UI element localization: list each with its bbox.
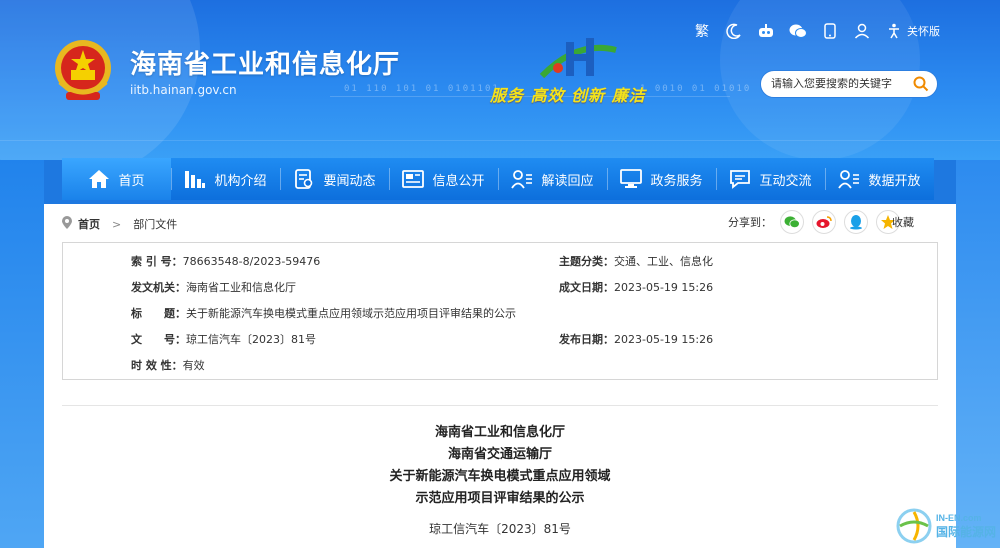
search-box bbox=[760, 70, 938, 98]
wechat-icon[interactable] bbox=[789, 22, 807, 40]
meta-title: 标 题：关于新能源汽车换电模式重点应用领域示范应用项目评审结果的公示 bbox=[131, 305, 516, 321]
slogan-logo-icon bbox=[539, 38, 617, 79]
article-title-line: 示范应用项目评审结果的公示 bbox=[415, 491, 585, 506]
home-icon bbox=[88, 168, 110, 190]
watermark-en: IN-EN.com bbox=[935, 512, 982, 523]
banner-line bbox=[0, 140, 1000, 141]
meta-key: 索 引 号： bbox=[131, 255, 183, 268]
article-title-line: 海南省交通运输厅 bbox=[447, 447, 552, 462]
meta-value: 2023-05-19 15:26 bbox=[614, 281, 714, 294]
meta-issuer: 发文机关：海南省工业和信息化厅 bbox=[131, 279, 296, 295]
watermark-cn: 国际能源网 bbox=[935, 524, 996, 539]
meta-key: 文 号： bbox=[131, 333, 186, 346]
nav-label: 要闻动态 bbox=[323, 173, 376, 189]
location-pin-icon bbox=[62, 216, 72, 232]
share-wechat-button[interactable] bbox=[780, 210, 804, 234]
article-title: 海南省工业和信息化厅 海南省交通运输厅 关于新能源汽车换电模式重点应用领域 示范… bbox=[44, 422, 956, 510]
breadcrumb-current[interactable]: 部门文件 bbox=[133, 216, 177, 232]
moon-icon[interactable] bbox=[725, 22, 743, 40]
monitor-icon bbox=[620, 168, 643, 190]
article-doc-number: 琼工信汽车〔2023〕81号 bbox=[429, 522, 571, 536]
meta-value: 78663548-8/2023-59476 bbox=[182, 255, 321, 268]
side-decoration-right bbox=[956, 160, 1000, 548]
nav-label: 首页 bbox=[118, 173, 145, 189]
nav-label: 信息公开 bbox=[432, 173, 485, 189]
org-icon bbox=[184, 168, 206, 190]
nav-item-interaction[interactable]: 互动交流 bbox=[716, 158, 825, 200]
favorite-label[interactable]: 收藏 bbox=[892, 214, 914, 230]
nav-item-home[interactable]: 首页 bbox=[62, 158, 171, 200]
meta-key: 发布日期： bbox=[559, 333, 614, 346]
share-weibo-button[interactable] bbox=[812, 210, 836, 234]
meta-published: 发布日期：2023-05-19 15:26 bbox=[559, 331, 713, 347]
watermark: IN-EN.com 国际能源网 bbox=[896, 508, 996, 544]
meta-docno: 文 号：琼工信汽车〔2023〕81号 bbox=[131, 331, 316, 347]
meta-key: 标 题： bbox=[131, 307, 186, 320]
site-domain: iitb.hainan.gov.cn bbox=[130, 83, 237, 97]
article-title-line: 海南省工业和信息化厅 bbox=[434, 425, 565, 440]
meta-value: 有效 bbox=[182, 359, 205, 372]
nav-label: 机构介绍 bbox=[214, 173, 267, 189]
nav-item-interpret[interactable]: 解读回应 bbox=[498, 158, 607, 200]
content-panel: 首页 > 部门文件 分享到： 收藏 索 引 号：78663548-8/2023-… bbox=[44, 204, 956, 548]
document-metadata: 索 引 号：78663548-8/2023-59476 主题分类：交通、工业、信… bbox=[62, 242, 938, 380]
breadcrumb: 首页 > 部门文件 bbox=[62, 216, 177, 232]
meta-value: 海南省工业和信息化厅 bbox=[186, 281, 296, 294]
user-icon[interactable] bbox=[853, 22, 871, 40]
main-nav: 首页 机构介绍 要闻动态 信息公开 解读回应 政务服务 互动交流 数据开放 bbox=[62, 158, 934, 200]
breadcrumb-home[interactable]: 首页 bbox=[78, 216, 100, 232]
share-label: 分享到： bbox=[728, 216, 772, 229]
robot-icon[interactable] bbox=[757, 22, 775, 40]
nav-label: 互动交流 bbox=[759, 173, 812, 189]
weibo-icon bbox=[816, 216, 832, 228]
search-icon[interactable] bbox=[911, 74, 931, 94]
nav-label: 政务服务 bbox=[650, 173, 703, 189]
meta-key: 成文日期： bbox=[559, 281, 614, 294]
header-banner: 01 110 101 01 0101101 1 0010 01 01010 01… bbox=[0, 0, 1000, 160]
nav-label: 解读回应 bbox=[541, 173, 594, 189]
accessibility-icon[interactable] bbox=[885, 22, 903, 40]
qq-icon bbox=[850, 215, 862, 230]
nav-item-gov-service[interactable]: 政务服务 bbox=[607, 158, 716, 200]
meta-validity: 时 效 性：有效 bbox=[131, 357, 205, 373]
chat-icon bbox=[729, 168, 751, 190]
meta-value: 2023-05-19 15:26 bbox=[614, 333, 714, 346]
banner-circuit: 1 0010 01 01010 bbox=[640, 84, 752, 94]
share-bar: 分享到： 收藏 bbox=[728, 210, 914, 234]
chevron-right-icon: > bbox=[112, 217, 122, 231]
meta-topic: 主题分类：交通、工业、信息化 bbox=[559, 253, 713, 269]
slogan: 服务 高效 创新 廉洁 bbox=[490, 86, 646, 105]
meta-value: 交通、工业、信息化 bbox=[614, 255, 713, 268]
nav-item-info[interactable]: 信息公开 bbox=[389, 158, 498, 200]
interpret-icon bbox=[511, 168, 533, 190]
search-input[interactable] bbox=[771, 78, 911, 90]
wechat-icon bbox=[784, 216, 800, 229]
side-decoration-left bbox=[0, 160, 44, 548]
meta-index: 索 引 号：78663548-8/2023-59476 bbox=[131, 253, 320, 269]
traditional-chinese-toggle[interactable]: 繁 bbox=[693, 22, 711, 40]
toolbar: 繁 关怀版 bbox=[693, 22, 940, 40]
share-qq-button[interactable] bbox=[844, 210, 868, 234]
nav-item-org[interactable]: 机构介绍 bbox=[171, 158, 280, 200]
nav-item-open-data[interactable]: 数据开放 bbox=[825, 158, 934, 200]
nav-item-news[interactable]: 要闻动态 bbox=[280, 158, 389, 200]
meta-value: 关于新能源汽车换电模式重点应用领域示范应用项目评审结果的公示 bbox=[186, 307, 516, 320]
meta-created: 成文日期：2023-05-19 15:26 bbox=[559, 279, 713, 295]
site-title[interactable]: 海南省工业和信息化厅 bbox=[130, 44, 400, 81]
divider bbox=[62, 405, 938, 406]
meta-key: 发文机关： bbox=[131, 281, 186, 294]
banner-circuit: 01 110 101 01 0101101 bbox=[344, 84, 500, 94]
data-icon bbox=[838, 168, 860, 190]
meta-value: 琼工信汽车〔2023〕81号 bbox=[186, 333, 316, 346]
meta-key: 主题分类： bbox=[559, 255, 614, 268]
info-icon bbox=[402, 168, 425, 190]
nav-label: 数据开放 bbox=[868, 173, 921, 189]
watermark-logo-icon bbox=[896, 508, 932, 544]
national-emblem-icon bbox=[55, 40, 111, 100]
meta-key: 时 效 性： bbox=[131, 359, 183, 372]
mobile-icon[interactable] bbox=[821, 22, 839, 40]
article-title-line: 关于新能源汽车换电模式重点应用领域 bbox=[389, 469, 611, 484]
news-icon bbox=[293, 168, 315, 190]
accessibility-mode-link[interactable]: 关怀版 bbox=[907, 23, 940, 39]
